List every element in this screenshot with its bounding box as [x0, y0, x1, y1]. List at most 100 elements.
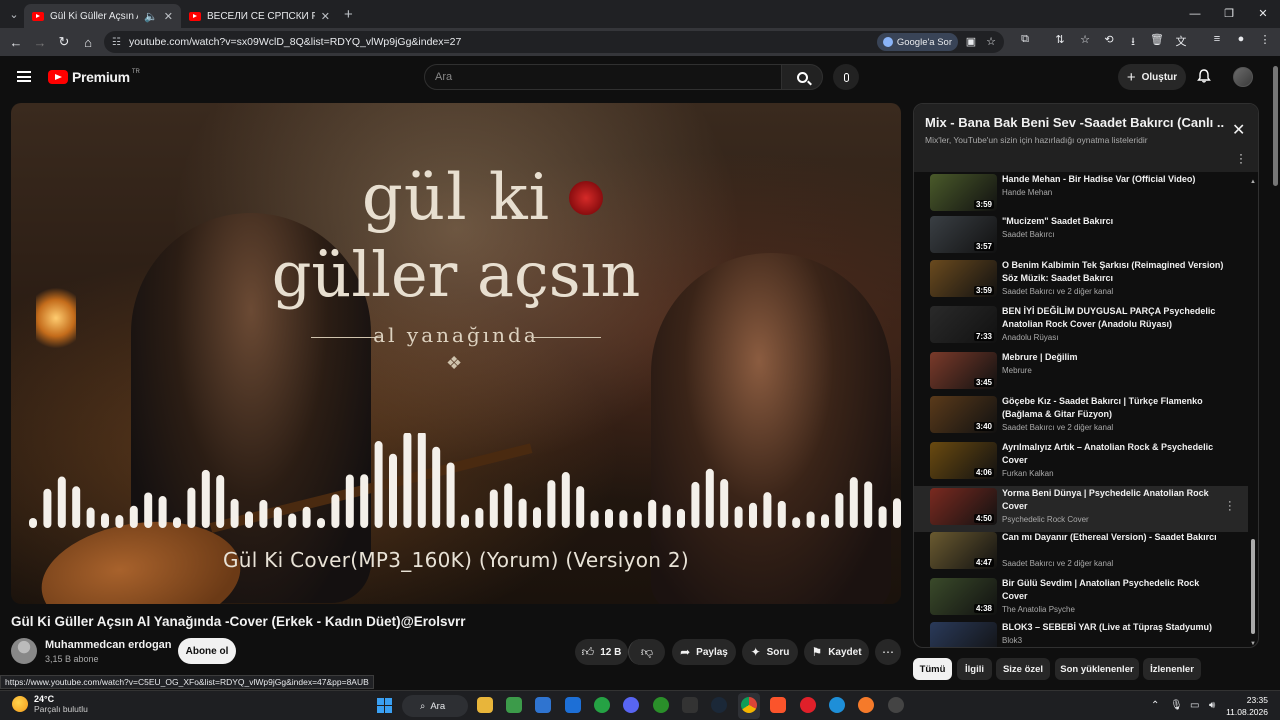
playlist-item[interactable]: 3:59 Hande Mehan - Bir Hadise Var (Offici… — [914, 172, 1248, 218]
speaker-icon[interactable]: 🔈 — [144, 10, 158, 23]
playlist-item[interactable]: 4:47 Can mı Dayanır (Ethereal Version) - … — [914, 530, 1248, 576]
volume-icon[interactable]: 🔊︎ — [1209, 700, 1215, 711]
playlist-more-icon[interactable]: · · · — [1239, 148, 1243, 168]
playlist-item[interactable]: 3:40 Göçebe Kız - Saadet Bakırcı | Türkçe… — [914, 394, 1248, 440]
playlist-item-title[interactable]: Can mı Dayanır (Ethereal Version) - Saad… — [1002, 531, 1227, 544]
taskbar-clock[interactable]: 23:35 11.08.2026 — [1226, 694, 1268, 718]
bell-icon[interactable] — [1197, 69, 1211, 83]
file-explorer-icon[interactable] — [477, 697, 493, 713]
playlist-item-title[interactable]: "Mucizem" Saadet Bakırcı — [1002, 215, 1227, 228]
menu-icon[interactable] — [17, 71, 31, 82]
playlist-item-title[interactable]: BLOK3 – SEBEBİ YAR (Live at Tüpraş Stady… — [1002, 621, 1227, 634]
network-icon[interactable]: ▭ — [1190, 700, 1199, 711]
video-thumbnail[interactable]: 4:47 — [930, 532, 997, 569]
video-thumbnail[interactable]: 3:59 — [930, 174, 997, 211]
epic-games-icon[interactable] — [682, 697, 698, 713]
browser-tab[interactable]: ВЕСЕЛИ СЕ СРПСКИ РОДЕ / V ✕ — [181, 4, 338, 28]
google-sor-button[interactable]: Google'a Sor — [876, 33, 958, 51]
start-icon[interactable] — [377, 698, 392, 713]
trash-icon[interactable]: 🗑 — [1149, 33, 1165, 46]
tab-close-icon[interactable]: ✕ — [321, 10, 330, 23]
extensions-icon[interactable]: ⧉ — [1017, 33, 1033, 46]
save-button[interactable]: ⚑ Kaydet — [804, 639, 869, 665]
chip-for-you[interactable]: Size özel — [996, 658, 1050, 680]
forward-icon[interactable]: → — [28, 35, 52, 50]
user-avatar[interactable] — [1233, 67, 1253, 87]
scroll-up-icon[interactable]: ▲ — [1250, 179, 1256, 185]
minimize-icon[interactable]: — — [1178, 0, 1212, 28]
page-scrollbar[interactable] — [1271, 56, 1280, 690]
browser-tab-active[interactable]: Gül Ki Güller Açsın Al Yanağ 🔈 ✕ — [24, 4, 181, 28]
video-thumbnail[interactable]: 4:38 — [930, 578, 997, 615]
whatsapp-icon[interactable] — [594, 697, 610, 713]
playlist-item[interactable]: 4:06 Ayrılmalıyız Artık – Anatolian Rock … — [914, 440, 1248, 486]
playlist-item-title[interactable]: BEN İYİ DEĞİLİM DUYGUSAL PARÇA Psychedel… — [1002, 305, 1227, 331]
youtube-logo[interactable]: Premium TR — [48, 69, 140, 85]
tab-search-icon[interactable]: ⌄ — [4, 4, 24, 24]
page-scrollbar-thumb[interactable] — [1273, 66, 1278, 186]
search-button[interactable] — [781, 64, 823, 90]
steam-icon[interactable] — [711, 697, 727, 713]
playlist-item[interactable]: 3:45 Mebrure | Değilim Mebrure — [914, 350, 1248, 396]
channel-avatar[interactable] — [11, 638, 37, 664]
history-icon[interactable]: ⟲ — [1101, 33, 1117, 46]
subscribe-button[interactable]: Abone ol — [178, 638, 236, 664]
channel-name[interactable]: Muhammedcan erdogan — [45, 639, 172, 651]
site-info-icon[interactable]: ☷ — [112, 37, 121, 48]
playlist-item[interactable]: 4:38 Bir Gülü Sevdim | Anatolian Psychede… — [914, 576, 1248, 622]
brave-icon[interactable] — [770, 697, 786, 713]
close-icon[interactable]: ✕ — [1232, 120, 1245, 140]
share-button[interactable]: ➦ Paylaş — [672, 639, 736, 665]
weather-widget[interactable]: 24°C Parçalı bulutlu — [12, 694, 88, 714]
video-thumbnail[interactable]: 3:41 — [930, 622, 997, 647]
create-button[interactable]: + Oluştur — [1118, 64, 1186, 90]
playlist-item-title[interactable]: Mebrure | Değilim — [1002, 351, 1227, 364]
taskbar-search[interactable]: ⌕ Ara — [402, 695, 468, 717]
like-button[interactable]: 👍︎ 12 B — [575, 639, 628, 665]
translate-icon[interactable]: 文 — [1173, 33, 1189, 49]
chip-watched[interactable]: İzlenenler — [1143, 658, 1201, 680]
playlist-item-title[interactable]: Yorma Beni Dünya | Psychedelic Anatolian… — [1002, 487, 1227, 513]
playlist-item[interactable]: 3:57 "Mucizem" Saadet Bakırcı Saadet Bakır… — [914, 214, 1248, 260]
ask-button[interactable]: ✦ Soru — [742, 639, 798, 665]
dislike-button[interactable]: 👎︎ — [628, 639, 665, 665]
favorites-icon[interactable]: ☆ — [1077, 33, 1093, 46]
address-bar[interactable]: ☷ youtube.com/watch?v=sx09WclD_8Q&list=R… — [104, 31, 1004, 53]
playlist-title[interactable]: Mix - Bana Bak Beni Sev -Saadet Bakırcı … — [925, 115, 1225, 130]
reading-list-icon[interactable]: ≡ — [1209, 33, 1225, 45]
scrollbar-thumb[interactable] — [1251, 539, 1255, 634]
sync-icon[interactable]: ⇅ — [1052, 33, 1068, 46]
xbox-icon[interactable] — [653, 697, 669, 713]
more-actions-button[interactable]: ⋯ — [875, 639, 901, 665]
chip-recent[interactable]: Son yüklenenler — [1055, 658, 1139, 680]
excel-icon[interactable] — [506, 697, 522, 713]
reload-icon[interactable]: ↻ — [52, 34, 76, 50]
video-thumbnail[interactable]: 4:06 — [930, 442, 997, 479]
opera-icon[interactable] — [800, 697, 816, 713]
video-thumbnail[interactable]: 3:45 — [930, 352, 997, 389]
playlist-item-title[interactable]: Ayrılmalıyız Artık – Anatolian Rock & Ps… — [1002, 441, 1227, 467]
tray-overflow-icon[interactable]: ⌃ — [1151, 700, 1159, 711]
scroll-down-icon[interactable]: ▼ — [1250, 641, 1256, 647]
bookmark-star-icon[interactable]: ☆ — [984, 35, 998, 49]
playlist-item-more-icon[interactable]: · · · — [1228, 497, 1232, 516]
video-thumbnail[interactable]: 3:59 — [930, 260, 997, 297]
window-close-icon[interactable]: ✕ — [1246, 0, 1280, 28]
browser-menu-icon[interactable]: ⋮ — [1257, 33, 1273, 46]
search-input[interactable]: Ara — [424, 64, 782, 90]
video-thumbnail[interactable]: 3:40 — [930, 396, 997, 433]
edge-icon[interactable] — [829, 697, 845, 713]
chip-related[interactable]: İlgili — [957, 658, 992, 680]
new-tab-icon[interactable]: + — [344, 6, 353, 23]
video-thumbnail[interactable]: 4:50 — [930, 488, 997, 525]
voice-search-button[interactable] — [833, 64, 859, 90]
home-icon[interactable]: ⌂ — [76, 35, 100, 50]
video-thumbnail[interactable]: 7:33 — [930, 306, 997, 343]
outlook-icon[interactable] — [565, 697, 581, 713]
playlist-item[interactable]: 3:59 O Benim Kalbimin Tek Şarkısı (Reimag… — [914, 258, 1248, 304]
discord-icon[interactable] — [623, 697, 639, 713]
playlist-item-title[interactable]: O Benim Kalbimin Tek Şarkısı (Reimagined… — [1002, 259, 1227, 285]
playlist-item[interactable]: 7:33 BEN İYİ DEĞİLİM DUYGUSAL PARÇA Psych… — [914, 304, 1248, 350]
tab-close-icon[interactable]: ✕ — [164, 10, 173, 23]
mic-tray-icon[interactable]: 🎙︎ — [1170, 700, 1183, 711]
